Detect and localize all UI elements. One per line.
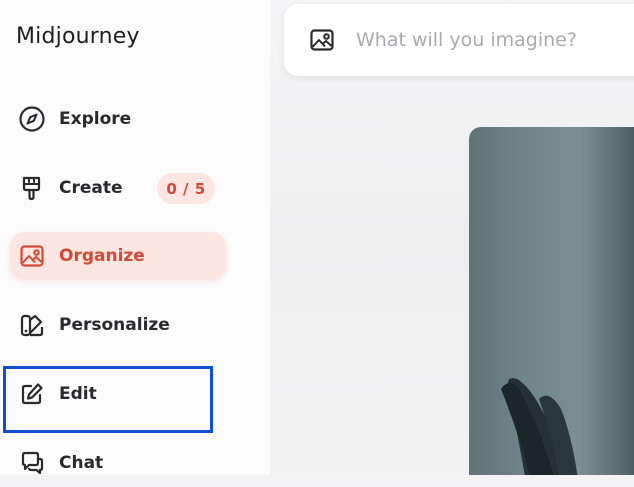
sidebar: Midjourney Explore Create 0 / 5 Organize… — [0, 0, 270, 475]
brand-logo-text[interactable]: Midjourney — [16, 24, 140, 49]
image-gallery-icon — [18, 242, 46, 270]
sidebar-item-create[interactable]: Create 0 / 5 — [10, 164, 226, 212]
sidebar-item-label: Personalize — [59, 315, 170, 335]
chat-icon — [18, 449, 46, 477]
prompt-input[interactable] — [354, 28, 618, 52]
paintbrush-icon — [18, 174, 46, 202]
palette-icon — [18, 311, 46, 339]
create-count-badge: 0 / 5 — [157, 173, 215, 204]
generated-image-preview[interactable] — [469, 127, 634, 475]
prompt-bar[interactable] — [284, 4, 634, 76]
sidebar-item-explore[interactable]: Explore — [10, 95, 226, 143]
sidebar-item-organize[interactable]: Organize — [10, 232, 226, 280]
edit-icon — [18, 380, 46, 408]
sidebar-item-label: Chat — [59, 453, 104, 473]
sidebar-item-label: Organize — [59, 246, 145, 266]
compass-icon — [18, 105, 46, 133]
sidebar-item-label: Explore — [59, 109, 132, 129]
sidebar-item-chat[interactable]: Chat — [10, 439, 226, 487]
sidebar-item-edit[interactable]: Edit — [10, 370, 226, 418]
sidebar-item-label: Create — [59, 178, 123, 198]
sidebar-item-personalize[interactable]: Personalize — [10, 301, 226, 349]
image-icon[interactable] — [308, 26, 336, 54]
sidebar-item-label: Edit — [59, 384, 97, 404]
main-content — [270, 0, 634, 475]
